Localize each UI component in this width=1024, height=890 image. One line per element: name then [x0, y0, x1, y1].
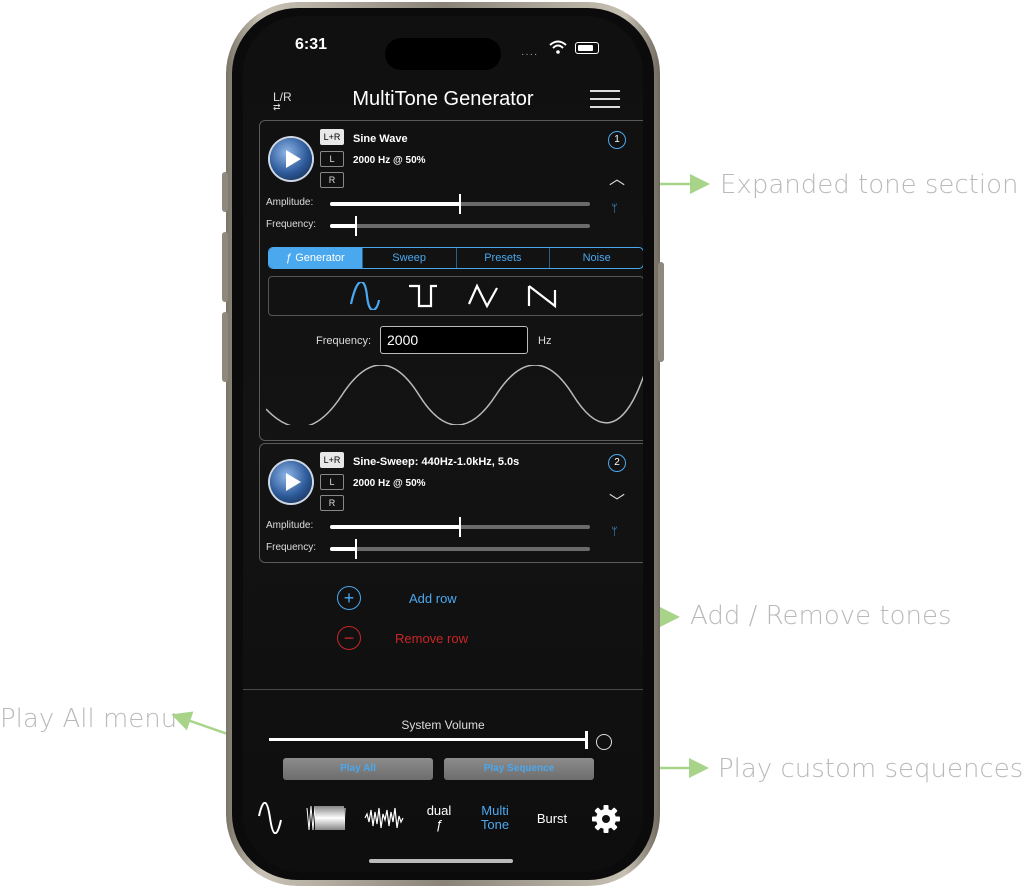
menu-icon[interactable]: [590, 90, 620, 108]
square-icon[interactable]: [407, 282, 439, 310]
tab-tone-label: Tone: [480, 817, 510, 832]
signal-icon: ····: [521, 49, 539, 60]
tab-dual-f[interactable]: dual ƒ: [419, 804, 459, 832]
slider-thumb[interactable]: [459, 517, 461, 537]
tone-name: Sine Wave: [353, 133, 408, 145]
channel-lr-button[interactable]: L+R: [320, 452, 344, 468]
slider-thumb[interactable]: [355, 216, 357, 236]
waveform-preview: [266, 365, 643, 425]
frequency-slider[interactable]: [330, 216, 590, 236]
system-volume-label: System Volume: [401, 718, 485, 732]
antenna-icon[interactable]: ᛘ: [611, 203, 618, 215]
channel-left-button[interactable]: L: [320, 474, 344, 490]
slider-fill: [330, 202, 460, 206]
frequency-unit: Hz: [538, 335, 552, 347]
frequency-label: Frequency:: [266, 219, 317, 230]
channel-left-button[interactable]: L: [320, 151, 344, 167]
system-volume-slider[interactable]: [269, 738, 587, 741]
tab-dual-label: dual: [426, 803, 452, 818]
play-button[interactable]: [270, 138, 312, 180]
slider-fill: [330, 547, 356, 551]
volume-slider-thumb[interactable]: [585, 731, 588, 749]
amplitude-label: Amplitude:: [266, 520, 314, 531]
play-sequence-button[interactable]: Play Sequence: [444, 758, 594, 780]
sine-icon[interactable]: [349, 282, 381, 310]
waveform-selector: [268, 276, 643, 316]
frequency-input[interactable]: [380, 326, 528, 354]
antenna-icon[interactable]: ᛘ: [611, 526, 618, 538]
tab-multitone[interactable]: Multi Tone: [475, 804, 515, 832]
add-row-label: Add row: [409, 591, 457, 606]
generator-tabs: ƒ Generator Sweep Presets Noise: [268, 247, 643, 269]
tab-dual-f-label: ƒ: [435, 817, 443, 832]
dynamic-island: [385, 38, 501, 70]
tone-number-badge: 2: [608, 454, 626, 472]
lr-swap-button[interactable]: L/R ⇄: [273, 90, 292, 112]
battery-icon: [575, 42, 599, 54]
tab-generator[interactable]: ƒ Generator: [269, 248, 362, 268]
wifi-icon: [549, 40, 567, 54]
play-all-button[interactable]: Play All: [283, 758, 433, 780]
channel-right-button[interactable]: R: [320, 495, 344, 511]
remove-row-label: Remove row: [395, 631, 468, 646]
annotation-expanded-tone: Expanded tone section: [720, 170, 1019, 200]
minus-icon: −: [337, 626, 361, 650]
phone-frame: 6:31 ···· L/R ⇄ MultiTone Generator L+R …: [222, 2, 664, 886]
tone-number-badge: 1: [608, 131, 626, 149]
tab-noise[interactable]: Noise: [549, 248, 643, 268]
tab-noise-icon[interactable]: [363, 802, 407, 834]
slider-thumb[interactable]: [355, 539, 357, 559]
tone-detail: 2000 Hz @ 50%: [353, 478, 426, 489]
generator-frequency-label: Frequency:: [316, 335, 372, 347]
airplay-icon[interactable]: [596, 734, 612, 750]
tab-presets[interactable]: Presets: [455, 248, 550, 268]
annotation-custom-sequences: Play custom sequences: [718, 754, 1024, 784]
app-screen: 6:31 ···· L/R ⇄ MultiTone Generator L+R …: [243, 16, 643, 872]
frequency-label: Frequency:: [266, 542, 317, 553]
tab-sweep[interactable]: Sweep: [361, 248, 456, 268]
channel-lr-button[interactable]: L+R: [320, 129, 344, 145]
chevron-up-icon[interactable]: ︿: [609, 165, 625, 189]
tone-card-2: L+R L R Sine-Sweep: 440Hz-1.0kHz, 5.0s 2…: [259, 443, 643, 563]
tone-name: Sine-Sweep: 440Hz-1.0kHz, 5.0s: [353, 456, 520, 468]
triangle-icon[interactable]: [467, 282, 499, 310]
amplitude-label: Amplitude:: [266, 197, 314, 208]
tab-multi-label: Multi: [481, 803, 509, 818]
settings-gear-icon[interactable]: [591, 804, 621, 834]
tone-card-1: L+R L R Sine Wave 2000 Hz @ 50% 1 ︿ ᛘ Am…: [259, 120, 643, 441]
play-button[interactable]: [270, 461, 312, 503]
chevron-down-icon[interactable]: ﹀: [609, 488, 625, 512]
tab-sine-icon[interactable]: [257, 802, 283, 834]
slider-thumb[interactable]: [459, 194, 461, 214]
sawtooth-icon[interactable]: [527, 282, 559, 310]
annotation-add-remove: Add / Remove tones: [690, 601, 952, 631]
slider-fill: [330, 224, 356, 228]
app-title: MultiTone Generator: [352, 88, 534, 110]
phone-button: [658, 262, 664, 362]
tone-detail: 2000 Hz @ 50%: [353, 155, 426, 166]
amplitude-slider[interactable]: [330, 194, 590, 214]
swap-arrows-icon: ⇄: [273, 102, 281, 112]
phone-button: [222, 172, 228, 212]
tab-burst[interactable]: Burst: [531, 812, 573, 826]
phone-button: [222, 312, 228, 382]
channel-right-button[interactable]: R: [320, 172, 344, 188]
slider-fill: [330, 525, 460, 529]
status-time: 6:31: [295, 36, 328, 53]
home-indicator: [369, 859, 513, 863]
frequency-slider[interactable]: [330, 539, 590, 559]
annotation-play-all: Play All menu: [0, 704, 178, 734]
tab-sweep-icon[interactable]: [305, 802, 349, 834]
plus-icon: +: [337, 586, 361, 610]
phone-button: [222, 232, 228, 302]
amplitude-slider[interactable]: [330, 517, 590, 537]
divider: [243, 689, 643, 690]
